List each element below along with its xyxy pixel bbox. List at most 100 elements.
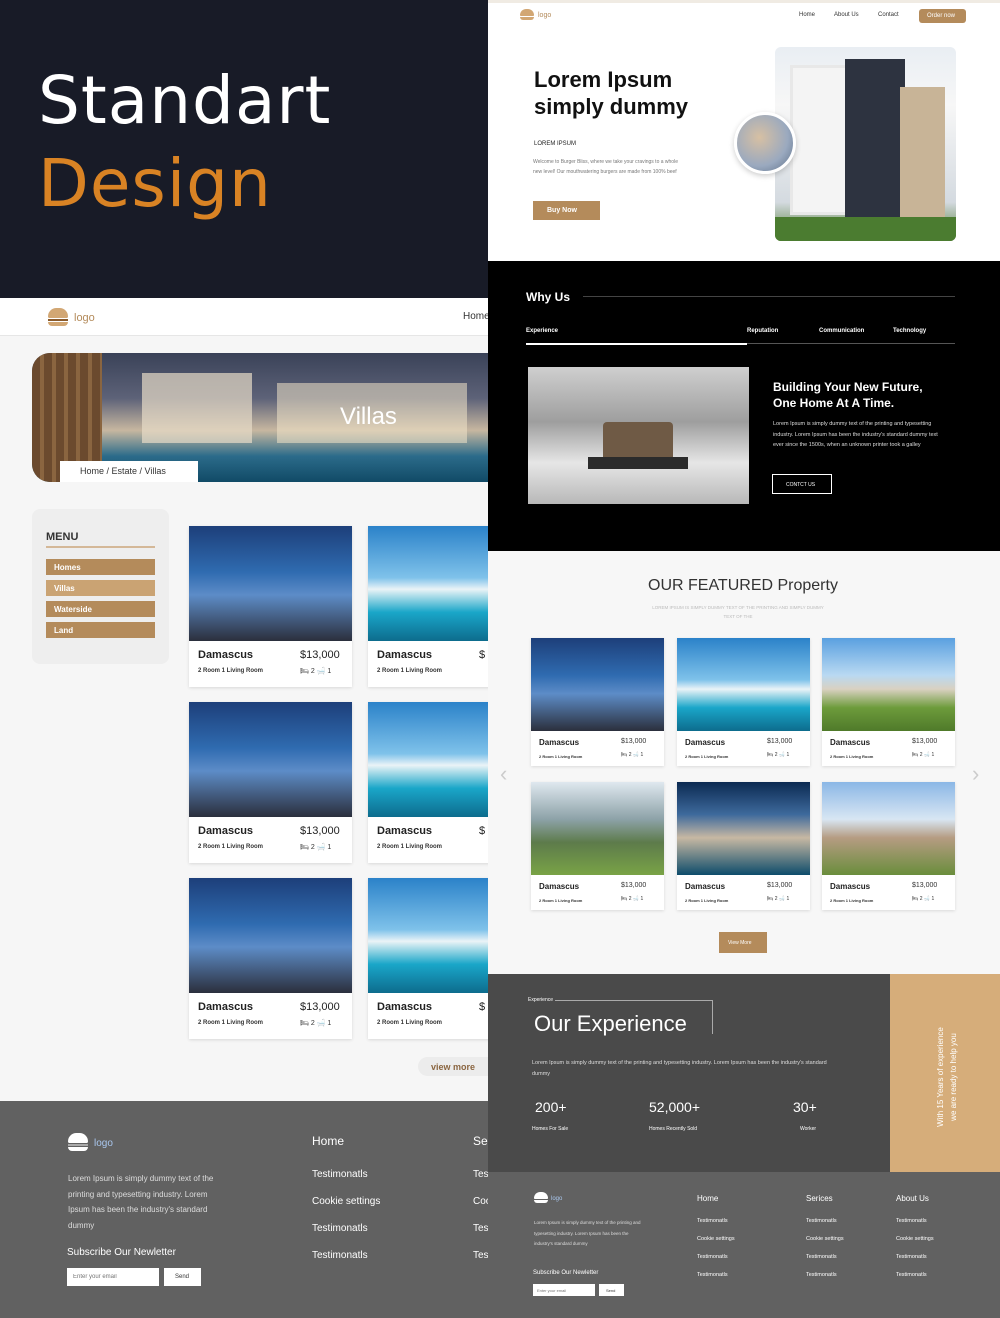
card-title: Damascus bbox=[685, 882, 726, 891]
bed-bath-icons: 🛏 2 🛁 1 bbox=[912, 896, 935, 902]
footer-link[interactable]: Testimonatls bbox=[896, 1218, 927, 1224]
nav-home-link[interactable]: Home bbox=[799, 12, 815, 18]
bed-bath-icons: 🛏 2 🛁 1 bbox=[300, 844, 332, 851]
featured-card[interactable]: Damascus $13,000 2 Room 1 Living Room 🛏 … bbox=[677, 638, 810, 766]
nav-contact-link[interactable]: Contact bbox=[878, 12, 899, 18]
property-photo bbox=[189, 526, 352, 641]
footer-link[interactable]: Coo bbox=[473, 1196, 488, 1207]
footer-link[interactable]: Tes bbox=[473, 1250, 488, 1261]
tab-technology[interactable]: Technology bbox=[893, 328, 926, 334]
view-more-button[interactable]: View More bbox=[719, 932, 767, 953]
card-title: Damascus bbox=[377, 1001, 433, 1013]
menu-item-villas[interactable]: Villas bbox=[46, 580, 155, 596]
property-card[interactable]: Damascus $13,000 2 Room 1 Living Room 🛏 … bbox=[189, 702, 352, 863]
card-price: $13,000 bbox=[300, 1001, 340, 1013]
nav-about-link[interactable]: About Us bbox=[834, 12, 859, 18]
card-title: Damascus bbox=[685, 738, 726, 747]
footer-logo-text[interactable]: logo bbox=[551, 1196, 562, 1202]
property-card[interactable]: Damascus $13,000 2 Room 1 Living Room 🛏 … bbox=[189, 878, 352, 1039]
hero-label: LOREM IPSUM bbox=[534, 141, 577, 147]
hero-title-1: Lorem Ipsum bbox=[534, 67, 673, 92]
chevron-right-icon[interactable]: › bbox=[972, 761, 979, 787]
bed-bath-icons: 🛏 2 🛁 1 bbox=[912, 752, 935, 758]
card-info: 2 Room 1 Living Room bbox=[539, 754, 583, 759]
experience-title: Our Experience bbox=[534, 1011, 687, 1036]
footer-link[interactable]: Testimonatls bbox=[312, 1169, 368, 1180]
burger-logo-icon[interactable] bbox=[68, 1133, 88, 1151]
nav-home-link[interactable]: Home bbox=[463, 311, 488, 322]
bed-bath-icons: 🛏 2 🛁 1 bbox=[300, 668, 332, 675]
footer-link[interactable]: Testimonatls bbox=[697, 1218, 728, 1224]
featured-card[interactable]: Damascus $13,000 2 Room 1 Living Room 🛏 … bbox=[531, 638, 664, 766]
footer-link[interactable]: Tes bbox=[473, 1169, 488, 1180]
menu-item-land[interactable]: Land bbox=[46, 622, 155, 638]
menu-item-homes[interactable]: Homes bbox=[46, 559, 155, 575]
buy-now-button[interactable]: Buy Now bbox=[533, 201, 600, 220]
property-card[interactable]: Damascus $13,000 2 Room 1 Living Room 🛏 … bbox=[189, 526, 352, 687]
left-footer: logo Lorem Ipsum is simply dummy text of… bbox=[0, 1101, 488, 1318]
newsletter-title: Subscribe Our Newletter bbox=[67, 1247, 176, 1258]
card-price: $13,000 bbox=[767, 738, 793, 745]
footer-link[interactable]: Testimonatls bbox=[697, 1272, 728, 1278]
tab-reputation[interactable]: Reputation bbox=[747, 328, 778, 334]
breadcrumb-text[interactable]: Home / Estate / Villas bbox=[80, 466, 166, 476]
card-title: Damascus bbox=[198, 1001, 254, 1013]
experience-side-panel: With 15 Years of experience we are ready… bbox=[890, 974, 1000, 1172]
property-card[interactable]: Damascus $ 2 Room 1 Living Room bbox=[368, 878, 488, 1039]
property-card[interactable]: Damascus $ 2 Room 1 Living Room bbox=[368, 526, 488, 687]
newsletter-email-input[interactable] bbox=[533, 1284, 595, 1296]
sidebar-menu: MENU Homes Villas Waterside Land bbox=[32, 509, 169, 664]
tab-experience[interactable]: Experience bbox=[526, 328, 558, 334]
burger-logo-icon[interactable] bbox=[534, 1192, 548, 1204]
stat-value: 52,000+ bbox=[649, 1099, 700, 1115]
burger-logo-icon[interactable] bbox=[48, 308, 68, 326]
footer-link[interactable]: Tes bbox=[473, 1223, 488, 1234]
view-more-button[interactable]: view more bbox=[418, 1057, 488, 1076]
property-photo bbox=[677, 638, 810, 731]
newsletter-email-input[interactable] bbox=[67, 1268, 159, 1286]
footer-link[interactable]: Cookie settings bbox=[312, 1196, 380, 1207]
logo-text[interactable]: logo bbox=[74, 312, 95, 324]
footer-link[interactable]: Testimonatls bbox=[312, 1223, 368, 1234]
card-price: $ bbox=[479, 1001, 486, 1013]
card-price: $13,000 bbox=[912, 738, 938, 745]
card-info: 2 Room 1 Living Room bbox=[539, 898, 583, 903]
tab-communication[interactable]: Communication bbox=[819, 328, 864, 334]
featured-card[interactable]: Damascus $13,000 2 Room 1 Living Room 🛏 … bbox=[822, 638, 955, 766]
logo-text[interactable]: logo bbox=[538, 12, 551, 19]
footer-logo-text[interactable]: logo bbox=[94, 1138, 113, 1149]
footer-link[interactable]: Cookie settings bbox=[806, 1236, 844, 1242]
newsletter-send-button[interactable]: Send bbox=[164, 1268, 201, 1286]
newsletter-send-button[interactable]: Send bbox=[599, 1284, 624, 1296]
footer-link[interactable]: Testimonatls bbox=[896, 1254, 927, 1260]
footer-link[interactable]: Cookie settings bbox=[697, 1236, 735, 1242]
card-price: $13,000 bbox=[912, 882, 938, 889]
footer-link[interactable]: Testimonatls bbox=[697, 1254, 728, 1260]
standart-design-hero: Standart Design bbox=[0, 0, 488, 298]
footer-col-title: Home bbox=[697, 1194, 719, 1203]
footer-link[interactable]: Testimonatls bbox=[806, 1254, 837, 1260]
footer-link[interactable]: Testimonatls bbox=[806, 1218, 837, 1224]
stat-value: 30+ bbox=[793, 1099, 817, 1115]
featured-card[interactable]: Damascus $13,000 2 Room 1 Living Room 🛏 … bbox=[677, 782, 810, 910]
contact-us-button[interactable]: CONTCT US bbox=[772, 474, 832, 494]
footer-col-title: Se bbox=[473, 1134, 488, 1148]
footer-link[interactable]: Testimonatls bbox=[312, 1250, 368, 1261]
featured-title: OUR FEATURED Property bbox=[648, 577, 838, 594]
featured-card[interactable]: Damascus $13,000 2 Room 1 Living Room 🛏 … bbox=[531, 782, 664, 910]
card-price: $13,000 bbox=[621, 882, 647, 889]
footer-link[interactable]: Testimonatls bbox=[896, 1272, 927, 1278]
footer-link[interactable]: Testimonatls bbox=[806, 1272, 837, 1278]
order-now-button[interactable]: Order now bbox=[919, 9, 966, 23]
property-card[interactable]: Damascus $ 2 Room 1 Living Room bbox=[368, 702, 488, 863]
villas-banner: Villas Home / Estate / Villas bbox=[32, 353, 488, 482]
card-info: 2 Room 1 Living Room bbox=[685, 898, 729, 903]
chevron-left-icon[interactable]: ‹ bbox=[500, 761, 507, 787]
footer-link[interactable]: Cookie settings bbox=[896, 1236, 934, 1242]
why-text: Lorem Ipsum is simply dummy text of the … bbox=[773, 421, 938, 449]
property-photo bbox=[189, 878, 352, 993]
card-info: 2 Room 1 Living Room bbox=[377, 668, 443, 674]
featured-card[interactable]: Damascus $13,000 2 Room 1 Living Room 🛏 … bbox=[822, 782, 955, 910]
menu-item-waterside[interactable]: Waterside bbox=[46, 601, 155, 617]
burger-logo-icon[interactable] bbox=[520, 9, 534, 21]
